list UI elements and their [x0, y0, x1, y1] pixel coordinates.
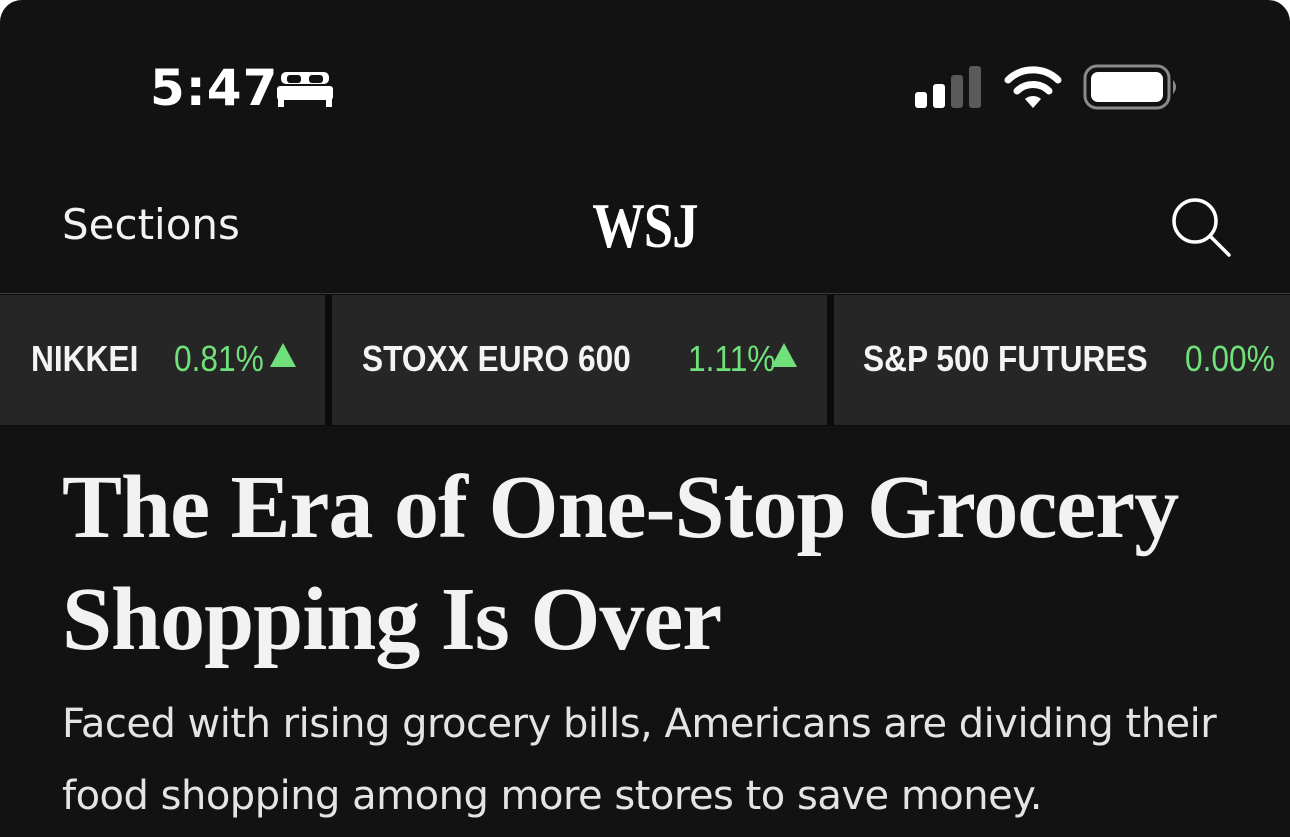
article-headline[interactable]: The Era of One-Stop Grocery Shopping Is …	[62, 452, 1242, 676]
market-ticker[interactable]: NIKKEI 0.81% STOXX EURO 600 1.11% S&P 50…	[0, 293, 1290, 426]
ticker-name: NIKKEI	[31, 338, 139, 379]
ticker-name: S&P 500 FUTURES	[863, 338, 1148, 379]
search-icon[interactable]	[1170, 196, 1232, 258]
up-arrow-icon	[771, 343, 797, 367]
ticker-item-sp500-futures[interactable]: S&P 500 FUTURES 0.00%	[834, 295, 1290, 425]
ticker-change: 1.11%	[688, 338, 776, 379]
ticker-name: STOXX EURO 600	[362, 338, 631, 379]
wifi-icon	[1004, 66, 1062, 108]
sections-button[interactable]: Sections	[62, 200, 240, 250]
app-screen: 5:47 Sections WSJ NIKKEI 0.81% STOXX EUR…	[0, 0, 1290, 837]
ticker-change: 0.00%	[1185, 338, 1275, 379]
ticker-change: 0.81%	[174, 338, 264, 379]
up-arrow-icon	[270, 343, 296, 367]
cellular-signal-icon	[915, 66, 981, 108]
ticker-item-stoxx[interactable]: STOXX EURO 600 1.11%	[332, 295, 827, 425]
wsj-logo[interactable]: WSJ	[575, 190, 714, 262]
status-time: 5:47	[150, 59, 279, 117]
battery-icon	[1083, 64, 1176, 110]
bed-icon	[277, 72, 333, 107]
ticker-item-nikkei[interactable]: NIKKEI 0.81%	[0, 295, 325, 425]
article-summary: Faced with rising grocery bills, America…	[62, 701, 1217, 819]
